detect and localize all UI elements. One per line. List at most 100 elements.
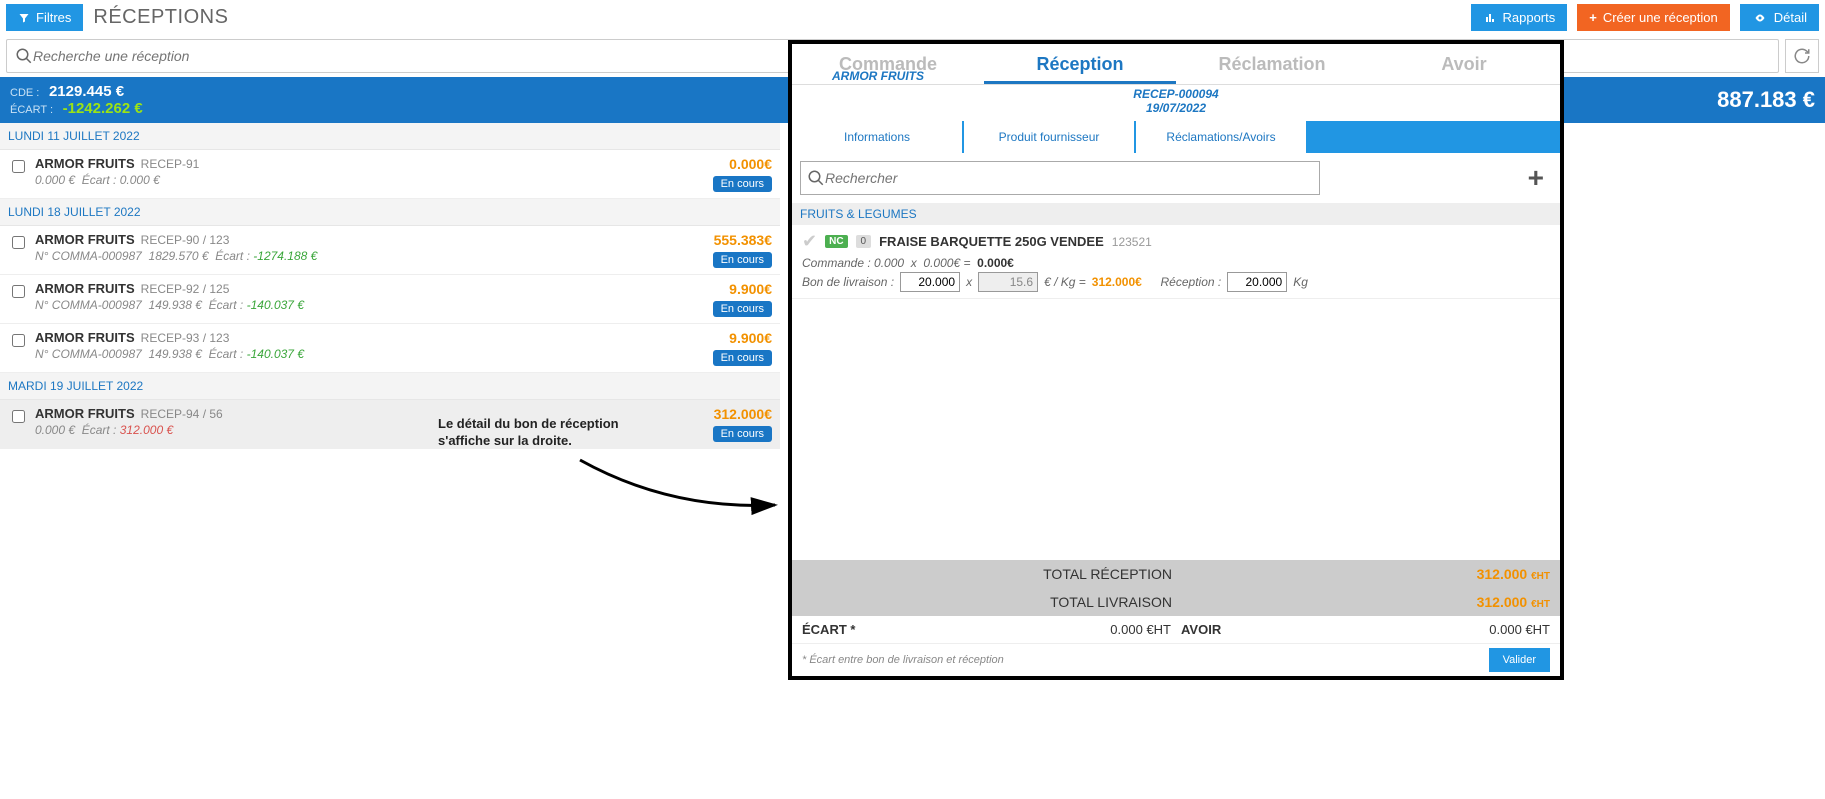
footnote-text: * Écart entre bon de livraison et récept… <box>802 654 1004 666</box>
bl-x: x <box>966 275 972 289</box>
row-status: En cours <box>713 426 772 442</box>
recep-label: Réception : <box>1161 275 1222 289</box>
total-livraison-value: 312.000 <box>1477 594 1528 610</box>
bl-price-input <box>978 272 1038 292</box>
add-product-button[interactable]: + <box>1520 162 1552 194</box>
count-badge: 0 <box>856 235 872 248</box>
search-icon <box>807 169 825 187</box>
row-amount-left: 0.000 € <box>35 173 75 187</box>
reports-button[interactable]: Rapports <box>1471 4 1568 31</box>
row-supplier: ARMOR FRUITS <box>35 330 135 345</box>
create-reception-button[interactable]: + Créer une réception <box>1577 4 1730 31</box>
row-amount: 9.900€ <box>662 330 772 346</box>
arrow-icon <box>570 450 790 530</box>
page-title: RÉCEPTIONS <box>93 6 228 29</box>
row-amount-left: 1829.570 € <box>149 249 209 263</box>
recep-qty-input[interactable] <box>1227 272 1287 292</box>
row-ecart-label: Écart : <box>215 249 250 263</box>
row-amount: 9.900€ <box>662 281 772 297</box>
subtab-1[interactable]: Produit fournisseur <box>964 121 1134 153</box>
row-amount-left: 149.938 € <box>149 347 202 361</box>
detail-search-input[interactable] <box>825 170 1313 186</box>
recep-unit: Kg <box>1293 275 1308 289</box>
row-ref: RECEP-94 / 56 <box>141 407 223 421</box>
detail-panel: CommandeRéceptionRéclamationAvoir ARMOR … <box>788 40 1564 680</box>
ecart-value: 0.000 €HT <box>1110 622 1171 637</box>
reports-label: Rapports <box>1503 10 1556 25</box>
bl-qty-input[interactable] <box>900 272 960 292</box>
row-ecart-value: -1274.188 € <box>253 249 317 263</box>
detail-search-box[interactable] <box>800 161 1320 195</box>
create-label: Créer une réception <box>1603 10 1718 25</box>
row-checkbox[interactable] <box>12 160 25 173</box>
detail-doc-date: 19/07/2022 <box>792 101 1560 115</box>
cmd-total: 0.000€ <box>977 256 1014 270</box>
plus-icon: + <box>1528 162 1544 193</box>
filters-label: Filtres <box>36 10 71 25</box>
date-header: MARDI 19 JUILLET 2022 <box>0 373 780 400</box>
search-icon <box>15 47 33 65</box>
plus-icon: + <box>1589 10 1597 25</box>
filters-button[interactable]: Filtres <box>6 4 83 31</box>
row-ecart-label: Écart : <box>209 298 244 312</box>
reception-row[interactable]: ARMOR FRUITS RECEP-90 / 123 N° COMMA-00098… <box>0 226 780 275</box>
cmd-label: Commande : <box>802 256 871 270</box>
row-supplier: ARMOR FRUITS <box>35 406 135 421</box>
row-comma: N° COMMA-000987 <box>35 298 142 312</box>
ht-suffix: €HT <box>1531 599 1550 610</box>
validate-label: Valider <box>1503 654 1536 666</box>
avoir-label: AVOIR <box>1181 622 1221 637</box>
cmd-unit: 0.000€ <box>923 256 960 270</box>
product-line: ✔ NC 0 FRAISE BARQUETTE 250G VENDEE 1235… <box>792 225 1560 299</box>
ecart-label: ÉCART * <box>802 622 855 637</box>
reception-row[interactable]: ARMOR FRUITSRECEP-94 / 560.000 € Écart :… <box>0 400 780 449</box>
product-name: FRAISE BARQUETTE 250G VENDEE <box>879 234 1104 249</box>
check-icon[interactable]: ✔ <box>802 231 817 252</box>
bl-label: Bon de livraison : <box>802 275 894 289</box>
detail-label: Détail <box>1774 10 1807 25</box>
row-amount: 555.383€ <box>662 232 772 248</box>
reception-row[interactable]: ARMOR FRUITS RECEP-91 0.000 € Écart : 0.00… <box>0 150 780 199</box>
row-ref: RECEP-92 / 125 <box>141 282 230 296</box>
total-livraison-label: TOTAL LIVRAISON <box>802 594 1180 610</box>
row-supplier: ARMOR FRUITS <box>35 232 135 247</box>
row-amount: 0.000€ <box>662 156 772 172</box>
row-amount-left: 149.938 € <box>149 298 202 312</box>
detail-doc-ref: RECEP-000094 <box>792 87 1560 101</box>
refresh-icon <box>1793 47 1811 65</box>
row-ref: RECEP-91 <box>141 157 200 171</box>
row-ecart-value: 0.000 € <box>120 173 160 187</box>
row-supplier: ARMOR FRUITS <box>35 156 135 171</box>
filter-icon <box>18 12 30 24</box>
doc-tab-réclamation[interactable]: Réclamation <box>1176 44 1368 84</box>
subtab-0[interactable]: Informations <box>792 121 962 153</box>
row-checkbox[interactable] <box>12 334 25 347</box>
row-amount-left: 0.000 € <box>35 423 75 437</box>
doc-tab-réception[interactable]: Réception <box>984 44 1176 84</box>
nc-badge: NC <box>825 235 847 248</box>
row-comma: N° COMMA-000987 <box>35 249 142 263</box>
row-ref: RECEP-90 / 123 <box>141 233 230 247</box>
row-status: En cours <box>713 350 772 366</box>
row-amount: 312.000€ <box>662 406 772 422</box>
doc-tab-avoir[interactable]: Avoir <box>1368 44 1560 84</box>
cde-label: CDE : <box>10 87 39 99</box>
reception-row[interactable]: ARMOR FRUITSRECEP-93 / 123N° COMMA-00098… <box>0 324 780 373</box>
row-ecart-value: 312.000 € <box>120 423 173 437</box>
row-ecart-value: -140.037 € <box>247 347 304 361</box>
subtab-2[interactable]: Réclamations/Avoirs <box>1136 121 1306 153</box>
row-status: En cours <box>713 252 772 268</box>
ht-suffix: €HT <box>1531 571 1550 582</box>
reception-row[interactable]: ARMOR FRUITSRECEP-92 / 125N° COMMA-00098… <box>0 275 780 324</box>
detail-button[interactable]: Détail <box>1740 4 1819 31</box>
row-checkbox[interactable] <box>12 410 25 423</box>
annotation-text: Le détail du bon de réception s'affiche … <box>438 416 638 450</box>
summary-total: 887.183 € <box>1717 87 1815 113</box>
validate-button[interactable]: Valider <box>1489 648 1550 672</box>
row-checkbox[interactable] <box>12 236 25 249</box>
row-status: En cours <box>713 301 772 317</box>
row-checkbox[interactable] <box>12 285 25 298</box>
avoir-value: 0.000 €HT <box>1489 622 1550 637</box>
row-ecart-label: Écart : <box>82 173 117 187</box>
refresh-button[interactable] <box>1785 39 1819 73</box>
